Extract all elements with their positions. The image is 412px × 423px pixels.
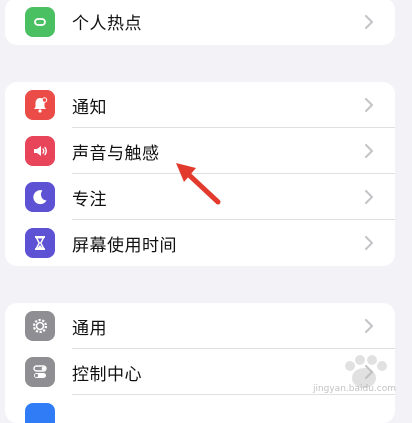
settings-row-focus[interactable]: 专注 [5, 174, 395, 220]
watermark-text: jingyan.baidu.com [312, 384, 396, 394]
chevron-right-icon [365, 190, 373, 204]
bell-icon [25, 90, 55, 120]
settings-row-label: 通用 [72, 318, 107, 339]
settings-row-label: 屏幕使用时间 [72, 235, 177, 256]
hotspot-icon [25, 6, 55, 37]
toggles-icon [25, 357, 55, 387]
settings-row-partial[interactable] [5, 395, 395, 423]
settings-group-notifications: 通知 声音与触感 专注 屏幕使用时间 [5, 82, 395, 266]
settings-row-notifications[interactable]: 通知 [5, 82, 395, 128]
chevron-right-icon [365, 319, 373, 333]
settings-row-label: 专注 [72, 189, 107, 210]
settings-group-network: 个人热点 [5, 0, 395, 45]
settings-row-general[interactable]: 通用 [5, 303, 395, 349]
hourglass-icon [25, 228, 55, 258]
gear-icon [25, 311, 55, 341]
chevron-right-icon [365, 236, 373, 250]
speaker-icon [25, 136, 55, 166]
settings-row-label: 声音与触感 [72, 143, 160, 164]
chevron-right-icon [365, 98, 373, 112]
settings-row-personal-hotspot[interactable]: 个人热点 [5, 0, 395, 45]
settings-row-sounds-haptics[interactable]: 声音与触感 [5, 128, 395, 174]
chevron-right-icon [365, 144, 373, 158]
settings-row-label: 通知 [72, 97, 107, 118]
settings-row-screen-time[interactable]: 屏幕使用时间 [5, 220, 395, 266]
settings-row-label: 个人热点 [72, 14, 142, 34]
display-icon [25, 403, 55, 423]
settings-row-label: 控制中心 [72, 364, 142, 385]
chevron-right-icon [365, 14, 373, 29]
moon-icon [25, 182, 55, 212]
